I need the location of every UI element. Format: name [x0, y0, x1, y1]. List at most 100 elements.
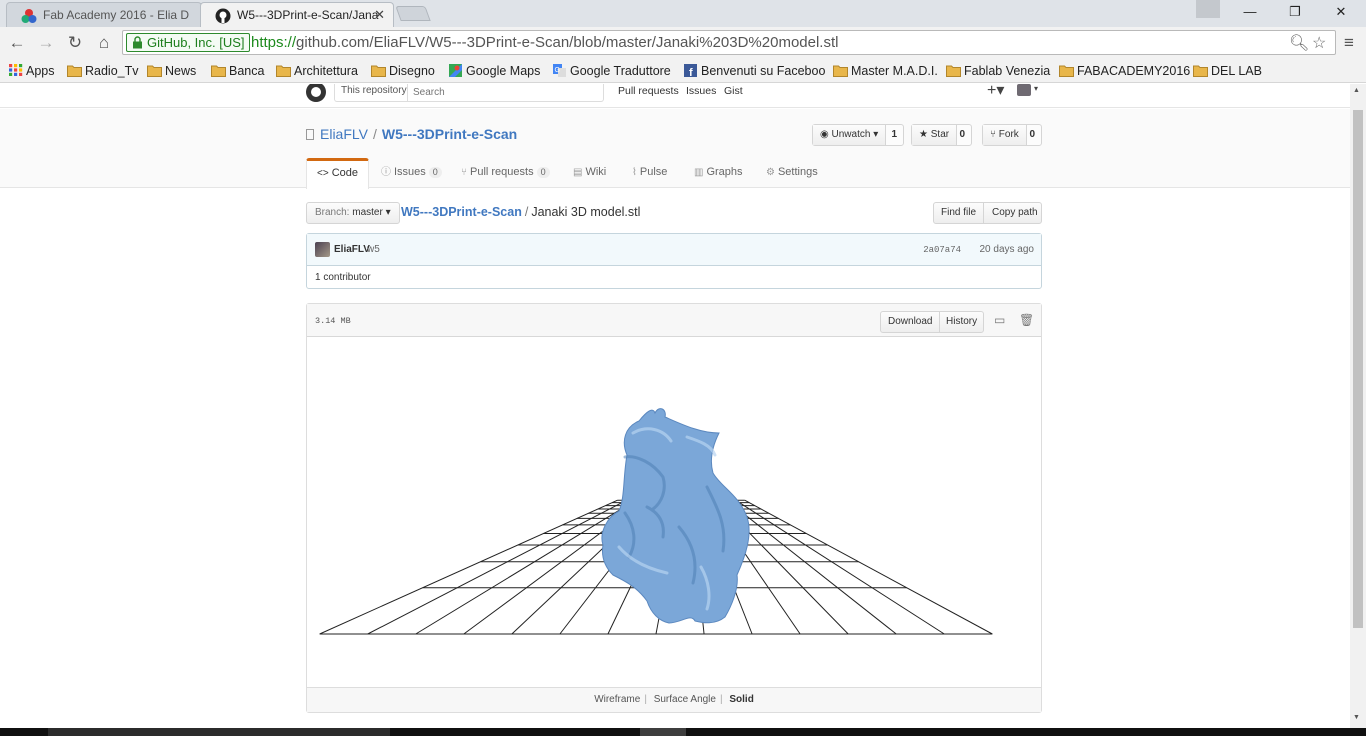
scroll-down-arrow-icon[interactable]: ▼ — [1353, 714, 1360, 721]
watch-count[interactable]: 1 — [885, 125, 903, 145]
github-logo-icon[interactable] — [306, 84, 326, 102]
tab-settings[interactable]: ⚙ Settings — [766, 158, 818, 188]
zoom-icon[interactable]: 🔍︎ — [1289, 33, 1309, 53]
janaki-bust-model — [601, 408, 750, 624]
download-button[interactable]: Download — [881, 312, 941, 332]
ev-certificate-badge[interactable]: GitHub, Inc. [US] — [126, 33, 250, 52]
commit-author-link[interactable]: EliaFLV — [334, 244, 370, 255]
header-link-pull-requests[interactable]: Pull requests — [618, 85, 679, 97]
branch-label: Branch: — [315, 207, 350, 218]
desktop-icon[interactable]: ▭ — [994, 313, 1005, 327]
copy-path-button[interactable]: Copy path — [986, 203, 1044, 223]
watch-label[interactable]: ◉ Unwatch ▾ — [813, 125, 887, 145]
bookmark-news[interactable]: News — [147, 62, 196, 80]
render-mode-wireframe[interactable]: Wireframe — [590, 694, 644, 705]
tab-code[interactable]: <> Code — [306, 158, 369, 189]
issues-count: 0 — [428, 167, 442, 178]
create-new-plus-icon[interactable]: +▾ — [987, 84, 1004, 100]
user-avatar[interactable] — [1017, 84, 1031, 96]
browser-tab-github[interactable]: W5---3DPrint-e-Scan/Jana ✕ — [200, 2, 394, 27]
avatar[interactable] — [315, 242, 330, 257]
bookmark-fablab-venezia[interactable]: Fablab Venezia — [946, 62, 1050, 80]
branch-select-button[interactable]: Branch: master ▾ — [306, 202, 400, 224]
bookmark-fabacademy2016[interactable]: FABACADEMY2016 — [1059, 62, 1190, 80]
chevron-down-icon[interactable]: ▾ — [1034, 84, 1038, 93]
star-label[interactable]: ★ Star — [912, 125, 958, 145]
commit-message-link[interactable]: w5 — [367, 244, 380, 255]
bookmark-architettura[interactable]: Architettura — [276, 62, 358, 80]
stl-3d-viewer[interactable] — [307, 337, 1041, 687]
render-mode-divider: | — [644, 694, 647, 705]
tab-pulse[interactable]: ⌇ Pulse — [632, 158, 667, 188]
folder-icon — [371, 65, 386, 77]
folder-icon — [1193, 65, 1208, 77]
bookmark-label: Master M.A.D.I. — [851, 64, 938, 78]
file-action-buttons: Download History — [880, 311, 984, 333]
repo-name-link[interactable]: W5---3DPrint-e-Scan — [382, 126, 517, 142]
reload-icon[interactable]: ↻ — [64, 32, 86, 54]
close-window-button[interactable]: ✕ — [1318, 0, 1364, 24]
fork-button[interactable]: ⑂ Fork 0 — [982, 124, 1042, 146]
fork-count[interactable]: 0 — [1023, 125, 1041, 145]
github-icon — [215, 8, 231, 24]
back-arrow-icon[interactable]: ← — [6, 32, 28, 54]
minimize-button[interactable]: — — [1227, 0, 1273, 24]
commit-tease: EliaFLV w5 2a07a74 20 days ago 1 contrib… — [306, 233, 1042, 289]
tab-pull-requests[interactable]: ⑂ Pull requests 0 — [461, 158, 550, 188]
contributors-count[interactable]: 1 contributor — [315, 272, 371, 283]
header-link-issues[interactable]: Issues — [686, 85, 716, 97]
bookmark-label: Google Maps — [466, 64, 541, 78]
bookmark-disegno[interactable]: Disegno — [371, 62, 435, 80]
history-button[interactable]: History — [939, 312, 984, 332]
scrollbar-thumb[interactable] — [1353, 110, 1363, 628]
taskbar-app-button[interactable] — [640, 728, 686, 736]
tab-pulse-label: Pulse — [639, 166, 668, 178]
breadcrumb-repo-link[interactable]: W5---3DPrint-e-Scan — [401, 205, 522, 219]
star-count[interactable]: 0 — [953, 125, 971, 145]
page-scrollbar[interactable]: ▲ ▼ — [1350, 84, 1366, 728]
search-scope-label: This repository — [341, 85, 407, 96]
fork-label[interactable]: ⑂ Fork — [983, 125, 1027, 145]
tab-issues[interactable]: ⓘ Issues 0 — [381, 158, 442, 188]
scroll-up-arrow-icon[interactable]: ▲ — [1353, 87, 1360, 94]
bookmark-banca[interactable]: Banca — [211, 62, 264, 80]
find-file-button[interactable]: Find file — [934, 203, 985, 223]
bookmark-google-maps[interactable]: Google Maps — [448, 62, 540, 80]
commit-sha-link[interactable]: 2a07a74 — [923, 245, 961, 255]
url-scheme: https:// — [251, 34, 297, 51]
tab-wiki[interactable]: ▤ Wiki — [573, 158, 606, 188]
restore-button[interactable]: ❐ — [1272, 0, 1318, 24]
search-input[interactable] — [413, 85, 599, 99]
trash-icon[interactable]: 🗑︎ — [1019, 313, 1034, 327]
apps-grid-icon — [9, 64, 23, 76]
repo-owner-link[interactable]: EliaFLV — [320, 126, 368, 142]
render-mode-surface-angle[interactable]: Surface Angle — [650, 694, 720, 705]
profile-avatar-icon[interactable] — [1196, 0, 1220, 18]
taskbar-app-button[interactable] — [48, 728, 390, 736]
header-link-gist[interactable]: Gist — [724, 85, 743, 97]
bookmark-star-icon[interactable]: ☆ — [1312, 33, 1326, 53]
chrome-menu-icon[interactable]: ≡ — [1338, 32, 1360, 54]
bookmark-del-lab[interactable]: DEL LAB — [1193, 62, 1262, 80]
bookmark-benvenuti-su-faceboo[interactable]: f Benvenuti su Faceboo — [683, 62, 825, 80]
bookmark-radio-tv[interactable]: Radio_Tv — [67, 62, 139, 80]
address-bar[interactable]: GitHub, Inc. [US] https://github.com/Eli… — [122, 30, 1336, 55]
render-mode-solid[interactable]: Solid — [725, 694, 757, 705]
browser-tab-fab-academy[interactable]: Fab Academy 2016 - Elia D — [6, 2, 202, 27]
new-tab-button[interactable] — [395, 6, 431, 21]
bookmark-apps[interactable]: Apps — [8, 62, 55, 80]
bookmark-google-traduttore[interactable]: G Google Traduttore — [552, 62, 671, 80]
tab-graphs[interactable]: ▥ Graphs — [694, 158, 743, 188]
star-text: Star — [930, 129, 950, 140]
google-maps-icon — [449, 64, 462, 77]
forward-arrow-icon[interactable]: → — [35, 32, 57, 54]
url-text[interactable]: https://github.com/EliaFLV/W5---3DPrint-… — [251, 34, 838, 51]
os-taskbar — [0, 728, 1366, 736]
star-button[interactable]: ★ Star 0 — [911, 124, 972, 146]
svg-text:G: G — [555, 67, 560, 74]
home-icon[interactable]: ⌂ — [93, 32, 115, 54]
bookmark-label: Banca — [229, 64, 265, 78]
bookmark-master-m-a-d-i[interactable]: Master M.A.D.I. — [833, 62, 938, 80]
watch-button[interactable]: ◉ Unwatch ▾ 1 — [812, 124, 904, 146]
tab-close-icon[interactable]: ✕ — [374, 3, 385, 27]
